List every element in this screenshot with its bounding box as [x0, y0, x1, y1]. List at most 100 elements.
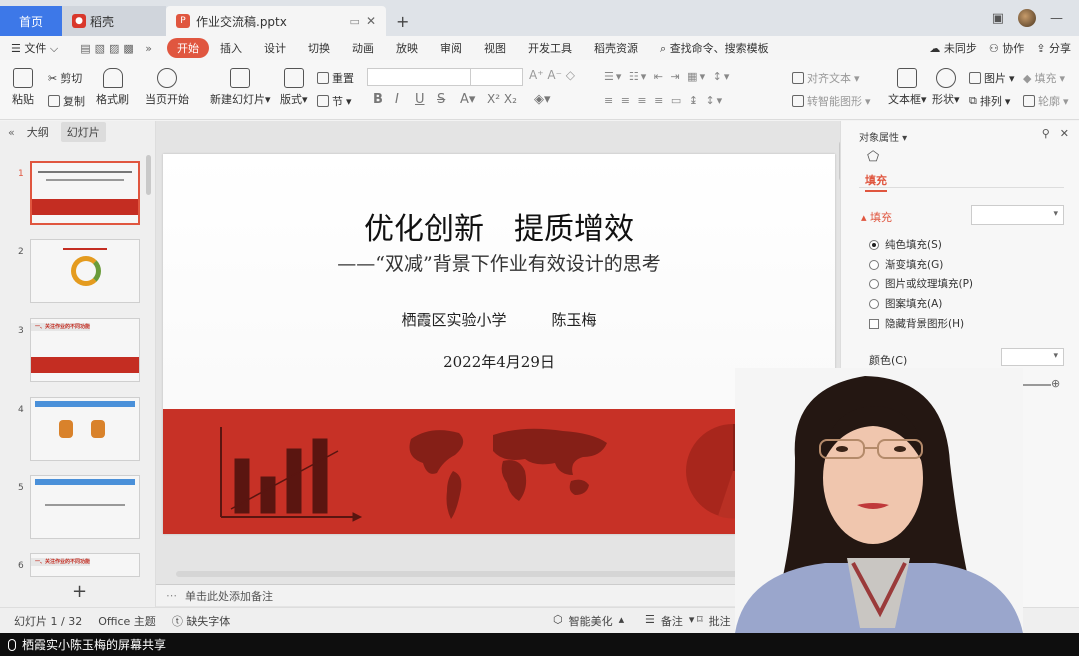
menu-review[interactable]: 审阅: [429, 40, 473, 56]
minimize-icon[interactable]: —: [1050, 11, 1063, 26]
shape-button[interactable]: 形状▾: [932, 68, 960, 107]
shape-text: 形状: [932, 93, 954, 106]
menu-animation[interactable]: 动画: [341, 40, 385, 56]
italic-icon[interactable]: I: [395, 92, 399, 107]
plus-icon[interactable]: ⊕: [1051, 377, 1060, 390]
slide-thumbnail-3[interactable]: 3 一、关注作业的不同功能: [0, 318, 150, 384]
strikethrough-icon[interactable]: S: [437, 92, 445, 107]
arrange-button[interactable]: ⧉ 排列 ▾: [969, 93, 1010, 109]
play-from-current-button[interactable]: 当页开始: [145, 68, 189, 107]
menu-design[interactable]: 设计: [253, 40, 297, 56]
ribbon-toolbar: 粘贴 ✂ 剪切 复制 格式刷 当页开始 新建幻灯片▾ 版式▾ 重置 节 ▾ A⁺ A…: [0, 60, 1079, 120]
hide-background-checkbox[interactable]: 隐藏背景图形(H): [869, 316, 964, 331]
fill-dropdown[interactable]: ▾: [971, 205, 1064, 225]
close-tab-icon[interactable]: ✕: [366, 14, 376, 28]
pane-title[interactable]: 对象属性 ▾: [859, 129, 907, 144]
slide-thumbnail-2[interactable]: 2: [0, 239, 150, 305]
font-size-adjust-icons[interactable]: A⁺ A⁻ ◇: [529, 68, 575, 82]
new-slide-text: 新建幻灯片: [210, 93, 265, 106]
superscript-icon[interactable]: X² X₂: [487, 92, 517, 106]
textbox-button[interactable]: 文本框▾: [888, 68, 927, 107]
font-size-select[interactable]: [470, 68, 522, 86]
slide-thumbnail-5[interactable]: 5: [0, 475, 150, 541]
smart-beautify-button[interactable]: ⬡ 智能美化 ▴: [553, 613, 624, 629]
tab-document[interactable]: P 作业交流稿.pptx ▭ ✕: [166, 6, 386, 36]
outline-button[interactable]: 轮廓 ▾: [1023, 93, 1069, 109]
theme-name[interactable]: Office 主题: [90, 613, 164, 629]
textbox-text: 文本框: [888, 93, 921, 106]
user-avatar[interactable]: [1018, 9, 1036, 27]
fill-tab[interactable]: 填充: [865, 172, 887, 192]
paint-bucket-icon[interactable]: ⬠: [867, 149, 879, 165]
menu-developer[interactable]: 开发工具: [517, 40, 583, 56]
tab-outline[interactable]: 大纲: [27, 124, 49, 140]
share-button[interactable]: ⇪ 分享: [1036, 40, 1071, 56]
monitor-icon[interactable]: ▭: [350, 15, 360, 28]
paste-label: 粘贴: [12, 93, 34, 106]
highlight-icon[interactable]: ◈▾: [534, 92, 551, 107]
tab-home[interactable]: 首页: [0, 6, 62, 36]
menu-start[interactable]: 开始: [167, 38, 210, 58]
menu-slideshow[interactable]: 放映: [385, 40, 429, 56]
bold-icon[interactable]: B: [373, 92, 383, 107]
slide-thumbnail-1[interactable]: 1: [0, 161, 150, 227]
pattern-fill-option[interactable]: 图案填充(A): [869, 296, 942, 311]
thumbnail-image: [30, 397, 140, 461]
pin-icon[interactable]: ⚲: [1042, 127, 1050, 140]
comment-button[interactable]: ⌑ 批注: [697, 613, 731, 629]
layout-button[interactable]: 版式▾: [280, 68, 308, 107]
collab-button[interactable]: ⚇ 协作: [989, 40, 1024, 56]
picture-button[interactable]: 图片 ▾: [969, 70, 1015, 86]
thumbnail-text-line: [45, 504, 125, 506]
reset-button[interactable]: 重置: [317, 70, 354, 86]
list-icons[interactable]: ☰▾ ☷▾ ⇤ ⇥ ▦▾ ↕▾: [604, 70, 731, 83]
menu-view[interactable]: 视图: [473, 40, 517, 56]
window-layout-icon[interactable]: ▣: [992, 11, 1004, 26]
slide-thumbnail-4[interactable]: 4: [0, 397, 150, 463]
cut-button[interactable]: ✂ 剪切: [48, 70, 82, 86]
format-painter-button[interactable]: 格式刷: [96, 68, 129, 107]
fill-section-header[interactable]: ▴ 填充: [861, 209, 892, 225]
align-icons[interactable]: ≡ ≡ ≡ ≡ ▭ ↨ ↕▾: [604, 94, 724, 107]
gradient-fill-option[interactable]: 渐变填充(G): [869, 257, 943, 272]
notes-resize-icon[interactable]: ⋯: [166, 589, 177, 602]
brush-icon: [102, 68, 123, 88]
slide-author[interactable]: 栖霞区实验小学 陈玉梅: [163, 309, 835, 330]
underline-icon[interactable]: U: [415, 92, 425, 107]
missing-font-button[interactable]: ⓣ 缺失字体: [164, 613, 239, 629]
new-tab-button[interactable]: +: [386, 6, 419, 36]
slide-thumbnail-6[interactable]: 6 一、关注作业的不同功能: [0, 553, 150, 583]
quick-access-icons[interactable]: ▤▧▨▩ »: [69, 42, 167, 55]
close-pane-icon[interactable]: ✕: [1060, 127, 1069, 140]
copy-button[interactable]: 复制: [48, 93, 85, 109]
slide-title[interactable]: 优化创新 提质增效: [163, 204, 835, 248]
color-dropdown[interactable]: ▾: [1001, 348, 1064, 366]
menu-insert[interactable]: 插入: [209, 40, 253, 56]
menu-icon[interactable]: ☰ 文件 ⌵: [0, 40, 69, 56]
menu-transition[interactable]: 切换: [297, 40, 341, 56]
thumbnail-title-line: [63, 248, 107, 250]
convert-smartart-button[interactable]: 转智能图形 ▾: [792, 93, 871, 109]
convert-smartart-label: 转智能图形: [807, 95, 862, 108]
picture-fill-option[interactable]: 图片或纹理填充(P): [869, 276, 973, 291]
add-slide-button[interactable]: +: [72, 581, 87, 602]
tab-slides[interactable]: 幻灯片: [60, 122, 106, 142]
notes-toggle-button[interactable]: ☰ 备注 ▾: [645, 613, 694, 629]
fill-button[interactable]: ◆ 填充 ▾: [1023, 70, 1065, 86]
align-text-button[interactable]: 对齐文本 ▾: [792, 70, 860, 86]
font-color-icon[interactable]: A▾: [460, 92, 475, 107]
horizontal-scrollbar[interactable]: [176, 571, 816, 577]
command-search[interactable]: ⌕ 查找命令、搜索模板: [649, 40, 780, 56]
divider: [859, 187, 1064, 188]
collapse-panel-icon[interactable]: «: [8, 126, 15, 139]
sync-button[interactable]: ☁ 未同步: [929, 40, 977, 56]
new-slide-button[interactable]: 新建幻灯片▾: [210, 68, 271, 107]
slide-subtitle[interactable]: ——“双减”背景下作业有效设计的思考: [163, 249, 835, 276]
solid-fill-option[interactable]: 纯色填充(S): [869, 237, 942, 252]
section-button[interactable]: 节 ▾: [317, 93, 352, 109]
menu-daoke-resources[interactable]: 稻壳资源: [583, 40, 649, 56]
tab-daoke[interactable]: ● 稻壳: [62, 6, 166, 36]
paste-button[interactable]: 粘贴: [12, 68, 34, 107]
color-label: 颜色(C): [869, 354, 908, 367]
microphone-icon[interactable]: [8, 638, 16, 651]
